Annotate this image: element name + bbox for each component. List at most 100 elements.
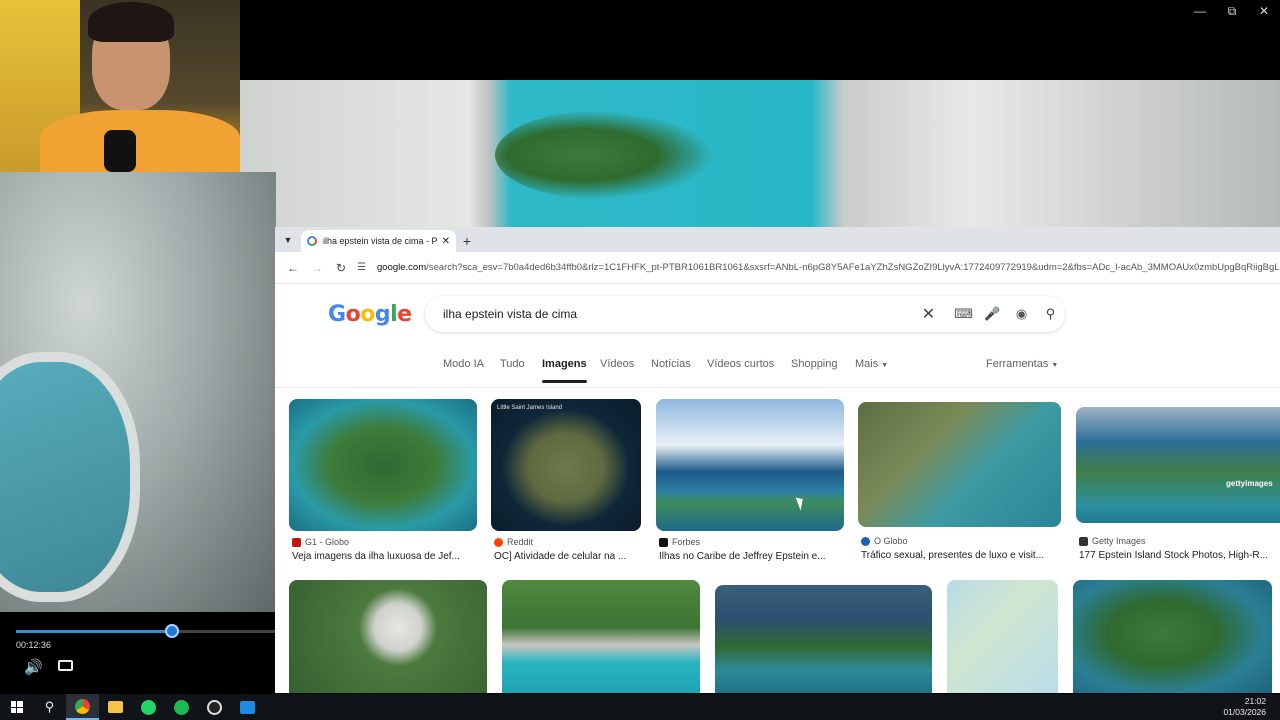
screen: — ⧉ ✕ 00:12:36 🔊 ▼ ilha epstein vista de… <box>0 0 1280 720</box>
google-logo[interactable]: Google <box>328 302 412 327</box>
taskbar: ⚲ 21:02 01/03/2026 <box>0 694 1280 720</box>
volume-icon[interactable]: 🔊 <box>24 658 43 676</box>
image-result[interactable] <box>947 580 1058 693</box>
seek-handle[interactable] <box>165 624 179 638</box>
seek-bar-progress <box>16 630 171 633</box>
window-controls: — ⧉ ✕ <box>1184 0 1280 22</box>
result-source[interactable]: G1 - Globo <box>289 537 477 547</box>
search-query: ilha epstein vista de cima <box>443 307 578 321</box>
google-header: Google ilha epstein vista de cima ✕ ⌨ 🎤 … <box>275 284 1280 342</box>
google-favicon-icon <box>307 236 317 246</box>
result-source[interactable]: Reddit <box>491 537 641 547</box>
result-source[interactable]: Forbes <box>656 537 844 547</box>
url-host: google.com <box>377 262 427 273</box>
g1-favicon-icon <box>292 537 301 547</box>
arrow-right-icon[interactable]: → <box>305 256 329 280</box>
tab-tudo[interactable]: Tudo <box>500 358 525 370</box>
tab-mais[interactable]: Mais ▼ <box>855 358 888 370</box>
result-caption[interactable]: Tráfico sexual, presentes de luxo e visi… <box>858 550 1061 561</box>
airplane-window <box>0 352 140 602</box>
result-caption[interactable]: OC] Atividade de celular na ... <box>491 551 641 562</box>
tools-button[interactable]: Ferramentas ▼ <box>986 358 1058 370</box>
address-bar[interactable]: google.com/search?sca_esv=7b0a4ded6b34ff… <box>377 262 1280 273</box>
result-caption[interactable]: Veja imagens da ilha luxuosa de Jef... <box>289 551 477 562</box>
search-tabs: Modo IA Tudo Imagens Vídeos Notícias Víd… <box>275 342 1280 388</box>
image-result[interactable]: G1 - Globo Veja imagens da ilha luxuosa … <box>289 399 477 562</box>
whatsapp-icon[interactable] <box>132 694 165 720</box>
webcam-overlay <box>0 0 240 172</box>
clear-icon[interactable]: ✕ <box>914 296 943 332</box>
video-editor-icon[interactable] <box>231 694 264 720</box>
getty-favicon-icon <box>1079 536 1088 546</box>
chevron-down-icon[interactable]: ▼ <box>275 227 301 252</box>
image-result[interactable]: Little Saint James Island Reddit OC] Ati… <box>491 399 641 562</box>
reload-icon[interactable]: ↻ <box>329 256 353 280</box>
tab-title: ilha epstein vista de cima - Pesquisa <box>323 236 438 246</box>
result-thumbnail[interactable]: gettyimages <box>1076 407 1280 523</box>
arrow-left-icon[interactable]: ← <box>281 256 305 280</box>
result-thumbnail[interactable]: Little Saint James Island <box>491 399 641 531</box>
browser-window: ▼ ilha epstein vista de cima - Pesquisa … <box>275 227 1280 693</box>
result-caption[interactable]: 177 Epstein Island Stock Photos, High-R.… <box>1076 550 1280 561</box>
result-thumbnail[interactable] <box>858 402 1061 527</box>
image-result[interactable]: gettyimages Getty Images 177 Epstein Isl… <box>1076 407 1280 561</box>
mouse-cursor-icon <box>795 495 807 511</box>
tab-videos-curtos[interactable]: Vídeos curtos <box>707 358 774 370</box>
minimize-icon[interactable]: — <box>1184 0 1216 22</box>
plus-icon[interactable]: + <box>456 230 478 252</box>
image-result[interactable] <box>1073 580 1272 693</box>
person-shirt <box>40 110 240 172</box>
tab-shopping[interactable]: Shopping <box>791 358 838 370</box>
windows-start-icon[interactable] <box>0 694 33 720</box>
playback-time: 00:12:36 <box>16 640 52 650</box>
site-info-icon[interactable]: ☰ <box>357 262 373 273</box>
result-thumbnail[interactable] <box>715 585 932 693</box>
result-thumbnail[interactable] <box>289 580 487 693</box>
clock-date: 01/03/2026 <box>1223 707 1266 717</box>
image-results: G1 - Globo Veja imagens da ilha luxuosa … <box>275 387 1280 693</box>
browser-toolbar: ← → ↻ ☰ google.com/search?sca_esv=7b0a4d… <box>275 252 1280 284</box>
tab-noticias[interactable]: Notícias <box>651 358 691 370</box>
close-window-icon[interactable]: ✕ <box>1248 0 1280 22</box>
tab-videos[interactable]: Vídeos <box>600 358 634 370</box>
result-thumbnail[interactable] <box>1073 580 1272 693</box>
image-result[interactable] <box>289 580 487 693</box>
result-source[interactable]: O Globo <box>858 536 1061 546</box>
tab-modo-ia[interactable]: Modo IA <box>443 358 484 370</box>
subtitles-icon[interactable] <box>58 660 73 671</box>
result-thumbnail[interactable] <box>289 399 477 531</box>
url-path: /search?sca_esv=7b0a4ded6b34ffb0&rlz=1C1… <box>426 262 1280 273</box>
obs-icon[interactable] <box>198 694 231 720</box>
result-caption[interactable]: Ilhas no Caribe de Jeffrey Epstein e... <box>656 551 844 562</box>
search-icon[interactable]: ⚲ <box>1036 296 1065 332</box>
island-aerial-view <box>495 110 715 200</box>
result-thumbnail[interactable] <box>502 580 700 693</box>
image-result[interactable]: Forbes Ilhas no Caribe de Jeffrey Epstei… <box>656 399 844 562</box>
watermark-text: gettyimages <box>1226 479 1273 488</box>
camera-lens-icon[interactable]: ◉ <box>1007 296 1036 332</box>
result-source[interactable]: Getty Images <box>1076 536 1280 546</box>
image-result[interactable] <box>502 580 700 693</box>
system-clock[interactable]: 21:02 01/03/2026 <box>1223 696 1266 718</box>
thumbnail-overlay-text: Little Saint James Island <box>497 405 563 411</box>
forbes-favicon-icon <box>659 537 668 547</box>
image-result[interactable] <box>715 585 932 693</box>
restore-icon[interactable]: ⧉ <box>1216 0 1248 22</box>
chrome-icon[interactable] <box>66 694 99 720</box>
microphone <box>104 130 136 172</box>
image-result[interactable]: O Globo Tráfico sexual, presentes de lux… <box>858 402 1061 561</box>
spotify-icon[interactable] <box>165 694 198 720</box>
caret-down-icon: ▼ <box>881 362 889 369</box>
tab-imagens[interactable]: Imagens <box>542 358 587 383</box>
result-thumbnail[interactable] <box>656 399 844 531</box>
browser-tab[interactable]: ilha epstein vista de cima - Pesquisa ✕ <box>301 230 456 252</box>
person-hair <box>88 2 174 42</box>
file-explorer-icon[interactable] <box>99 694 132 720</box>
close-icon[interactable]: ✕ <box>442 236 450 247</box>
search-icon[interactable]: ⚲ <box>33 694 66 720</box>
microphone-icon[interactable]: 🎤 <box>978 296 1007 332</box>
caret-down-icon: ▼ <box>1051 362 1059 369</box>
result-thumbnail[interactable] <box>947 580 1058 693</box>
keyboard-icon[interactable]: ⌨ <box>949 296 978 332</box>
search-input[interactable]: ilha epstein vista de cima ✕ ⌨ 🎤 ◉ ⚲ <box>425 296 1065 332</box>
